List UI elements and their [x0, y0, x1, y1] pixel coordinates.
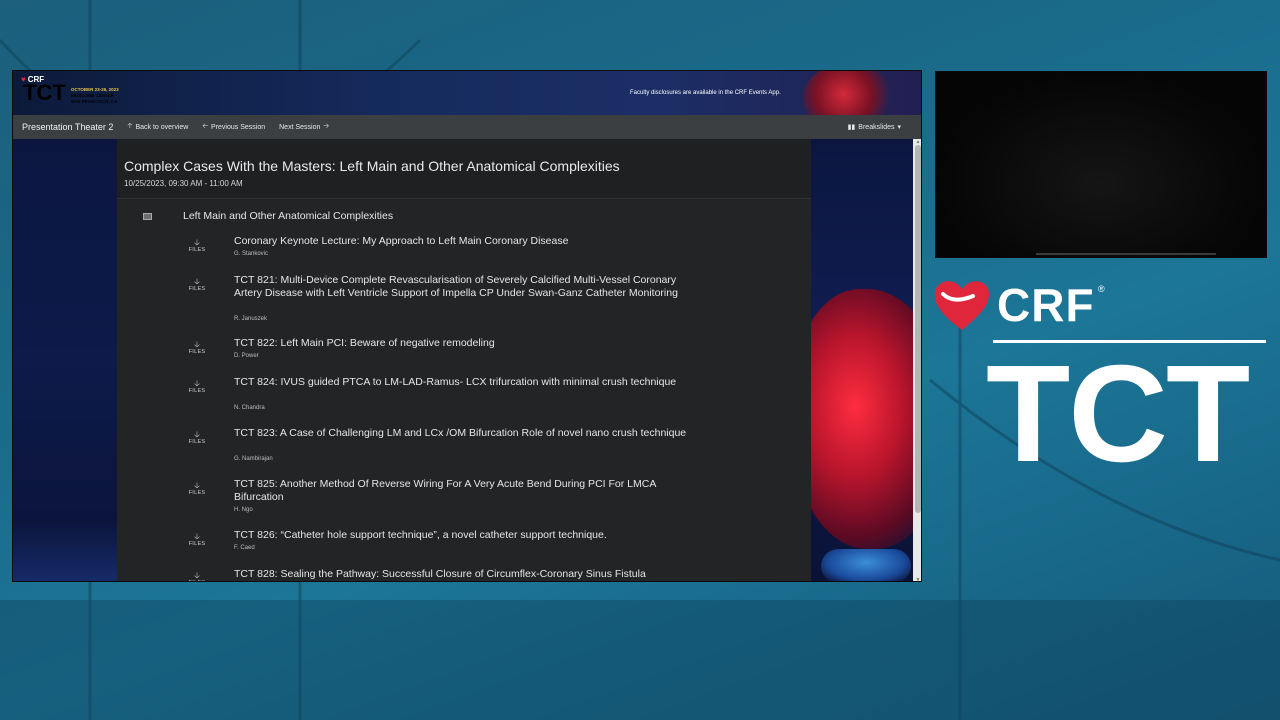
back-to-overview-link[interactable]: 🡡 Back to overview: [127, 122, 188, 133]
talk-author: R. Januszek: [234, 316, 268, 322]
download-arrow-icon: 🡣: [194, 238, 200, 247]
session-panel: Complex Cases With the Masters: Left Mai…: [117, 139, 811, 582]
talk-title[interactable]: TCT 821: Multi-Device Complete Revascula…: [234, 274, 704, 299]
session-header: Complex Cases With the Masters: Left Mai…: [117, 139, 811, 199]
talk-author: G. Nambirajan: [234, 456, 273, 462]
download-arrow-icon: 🡣: [194, 571, 200, 580]
faculty-disclosure-text: Faculty disclosures are available in the…: [630, 90, 781, 96]
download-arrow-icon: 🡣: [194, 532, 200, 541]
section-header[interactable]: Left Main and Other Anatomical Complexit…: [143, 210, 393, 222]
session-date: 10/25/2023, 09:30 AM - 11:00 AM: [124, 179, 243, 188]
talk-title[interactable]: TCT 825: Another Method Of Reverse Wirin…: [234, 478, 704, 503]
files-download-button[interactable]: 🡣 FILES: [187, 533, 207, 548]
talk-author: G. Stankovic: [234, 251, 269, 257]
download-arrow-icon: 🡣: [194, 481, 200, 490]
banner-heart-image: [803, 71, 893, 115]
breakslides-label: Breakslides: [858, 123, 895, 131]
talk-title[interactable]: TCT 822: Left Main PCI: Beware of negati…: [234, 337, 704, 350]
left-background: [13, 139, 117, 581]
tct-logo-text: TCT: [986, 337, 1250, 491]
crf-logo-text: CRF: [997, 279, 1095, 331]
registered-mark: ®: [1098, 284, 1105, 294]
heart-illustration: [811, 289, 913, 549]
section-title: Left Main and Other Anatomical Complexit…: [183, 210, 394, 222]
arrow-left-icon: 🡠: [202, 122, 209, 130]
download-arrow-icon: 🡣: [194, 379, 200, 388]
files-label: FILES: [188, 439, 206, 445]
files-download-button[interactable]: 🡣 FILES: [187, 482, 207, 497]
left-background-glow: [13, 519, 117, 581]
event-banner: ♥ CRF TCT OCTOBER 23-26, 2023 MOSCONE CE…: [13, 71, 921, 115]
crf-heart-icon: [934, 281, 989, 330]
speaker-video-feed: [935, 71, 1267, 258]
files-download-button[interactable]: 🡣 FILES: [187, 341, 207, 356]
files-download-button[interactable]: 🡣 FILES: [187, 431, 207, 446]
banner-tct-text: TCT: [23, 80, 66, 105]
talk-title[interactable]: TCT 828: Sealing the Pathway: Successful…: [234, 568, 704, 581]
talk-title[interactable]: TCT 823: A Case of Challenging LM and LC…: [234, 427, 704, 440]
stage-edge: [1036, 253, 1216, 255]
files-label: FILES: [188, 490, 206, 496]
files-download-button[interactable]: 🡣 FILES: [187, 572, 207, 582]
navbar: Presentation Theater 2 🡡 Back to overvie…: [13, 115, 921, 139]
next-label: Next Session: [279, 123, 321, 131]
back-label: Back to overview: [135, 123, 189, 131]
download-arrow-icon: 🡣: [194, 277, 200, 286]
previous-label: Previous Session: [211, 123, 266, 131]
arrow-right-icon: 🡢: [323, 122, 330, 130]
browser-window: ♥ CRF TCT OCTOBER 23-26, 2023 MOSCONE CE…: [12, 70, 922, 582]
download-arrow-icon: 🡣: [194, 430, 200, 439]
columns-icon: ▮▮: [847, 124, 856, 131]
files-download-button[interactable]: 🡣 FILES: [187, 278, 207, 293]
scroll-down-icon[interactable]: ▼: [914, 577, 921, 581]
files-download-button[interactable]: 🡣 FILES: [187, 380, 207, 395]
next-session-link[interactable]: Next Session 🡢: [279, 122, 329, 133]
files-label: FILES: [188, 247, 206, 253]
talk-author: H. Ngo: [234, 507, 253, 513]
files-label: FILES: [187, 580, 207, 581]
collapse-icon[interactable]: [143, 212, 152, 220]
talk-author: D. Power: [234, 353, 259, 359]
talk-author: N. Chandra: [234, 405, 265, 411]
caret-down-icon: ▾: [897, 124, 901, 131]
session-title: Complex Cases With the Masters: Left Mai…: [124, 158, 620, 174]
talk-title[interactable]: TCT 826: “Catheter hole support techniqu…: [234, 529, 704, 542]
download-arrow-icon: 🡣: [194, 340, 200, 349]
talk-title[interactable]: Coronary Keynote Lecture: My Approach to…: [234, 235, 704, 248]
talk-title[interactable]: TCT 824: IVUS guided PTCA to LM-LAD-Ramu…: [234, 376, 704, 389]
content-area: Complex Cases With the Masters: Left Mai…: [13, 139, 913, 582]
crf-logo: CRF ®: [933, 278, 1105, 332]
event-city: SAN FRANCISCO, CA: [71, 99, 118, 104]
files-label: FILES: [188, 349, 206, 355]
breakslides-dropdown[interactable]: ▮▮ Breakslides ▾: [847, 123, 901, 132]
files-label: FILES: [188, 388, 206, 394]
files-download-button[interactable]: 🡣 FILES: [187, 239, 207, 254]
nav-brand[interactable]: Presentation Theater 2: [22, 122, 113, 132]
banner-event-info: OCTOBER 23-26, 2023 MOSCONE CENTER SAN F…: [71, 87, 151, 105]
talk-author: F. Caed: [234, 545, 255, 551]
files-label: FILES: [188, 286, 206, 292]
arrow-up-icon: 🡡: [127, 122, 133, 130]
files-label: FILES: [188, 541, 206, 547]
right-background: [811, 139, 913, 581]
previous-session-link[interactable]: 🡠 Previous Session: [202, 122, 265, 133]
scrollbar-thumb[interactable]: [915, 145, 921, 513]
vertical-scrollbar[interactable]: ▲ ▼: [913, 139, 921, 581]
vessel-illustration: [821, 549, 911, 581]
